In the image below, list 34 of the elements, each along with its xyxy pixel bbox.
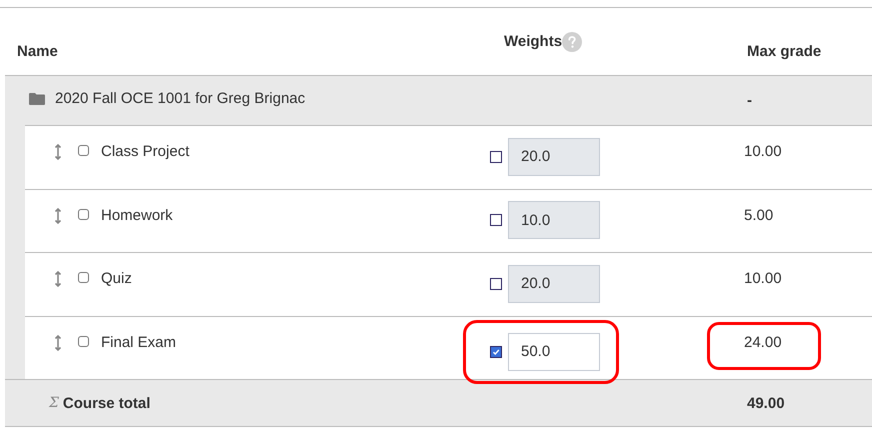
item-name: Final Exam <box>101 334 176 350</box>
folder-icon <box>29 92 45 105</box>
override-checkbox[interactable] <box>490 278 502 290</box>
weight-field[interactable]: 50.0 <box>508 332 600 370</box>
checkbox[interactable] <box>78 208 89 220</box>
max-grade: 24.00 <box>744 334 782 352</box>
max-grade: 5.00 <box>744 206 774 226</box>
item-name: Class Project <box>101 143 190 160</box>
checkbox[interactable] <box>78 336 89 346</box>
override-checkbox[interactable] <box>490 346 502 358</box>
drag-handle-icon[interactable] <box>54 271 62 287</box>
checkbox[interactable] <box>78 272 89 283</box>
total-label: Course total <box>62 394 150 412</box>
sigma-icon: Σ <box>49 395 59 411</box>
drag-handle-icon[interactable] <box>54 144 62 160</box>
column-header: Name <box>17 43 58 60</box>
weight-field[interactable]: 10.0 <box>508 201 600 239</box>
item-name: Homework <box>101 206 173 224</box>
drag-handle-icon[interactable] <box>54 334 62 350</box>
item-name: Quiz <box>101 270 132 287</box>
max-grade: 10.00 <box>744 270 782 289</box>
drag-handle-icon[interactable] <box>54 208 62 224</box>
weight-field[interactable]: 20.0 <box>508 138 600 176</box>
total-max-grade: 49.00 <box>747 394 785 412</box>
column-header: Max grade <box>747 43 822 60</box>
weight-field[interactable]: 20.0 <box>508 264 600 302</box>
check-icon <box>491 346 501 356</box>
max-grade: 10.00 <box>744 143 782 162</box>
max-grade: - <box>747 92 752 109</box>
column-header: Weights <box>504 33 562 50</box>
override-checkbox[interactable] <box>490 214 502 226</box>
override-checkbox[interactable] <box>490 150 502 162</box>
category-name: 2020 Fall OCE 1001 for Greg Brignac <box>55 90 306 107</box>
checkbox[interactable] <box>78 145 89 156</box>
